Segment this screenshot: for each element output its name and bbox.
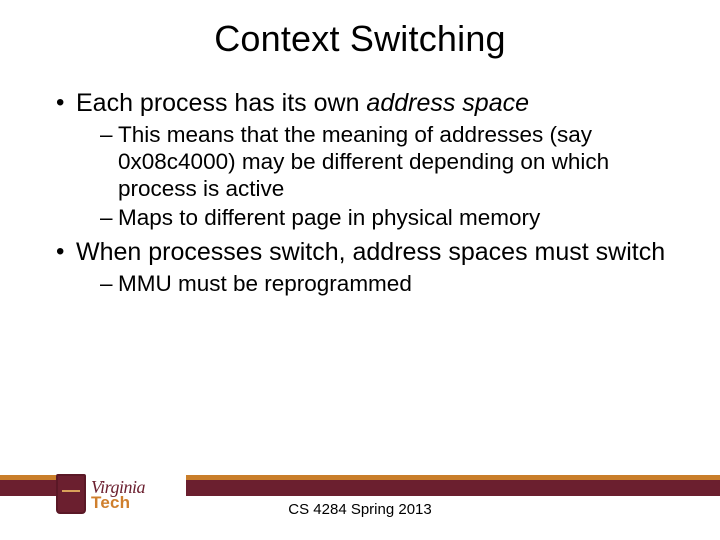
slide: Context Switching Each process has its o…: [0, 0, 720, 540]
slide-content: Each process has its own address space T…: [40, 88, 680, 297]
bullet-item: Each process has its own address space T…: [58, 88, 680, 231]
course-label: CS 4284 Spring 2013: [0, 501, 720, 518]
bullet-text-emphasis: address space: [366, 89, 529, 117]
sub-bullet-item: Maps to different page in physical memor…: [100, 204, 680, 231]
bullet-text-prefix: Each process has its own: [76, 89, 366, 117]
bullet-item: When processes switch, address spaces mu…: [58, 237, 680, 297]
sub-bullet-item: This means that the meaning of addresses…: [100, 121, 680, 203]
bullet-list-level1: Each process has its own address space T…: [40, 88, 680, 297]
slide-title: Context Switching: [40, 18, 680, 60]
bullet-text: When processes switch, address spaces mu…: [76, 238, 665, 266]
sub-bullet-item: MMU must be reprogrammed: [100, 270, 680, 297]
bullet-list-level2: This means that the meaning of addresses…: [76, 121, 680, 232]
bullet-list-level2: MMU must be reprogrammed: [76, 270, 680, 297]
slide-footer: Virginia Tech CS 4284 Spring 2013: [0, 466, 720, 540]
